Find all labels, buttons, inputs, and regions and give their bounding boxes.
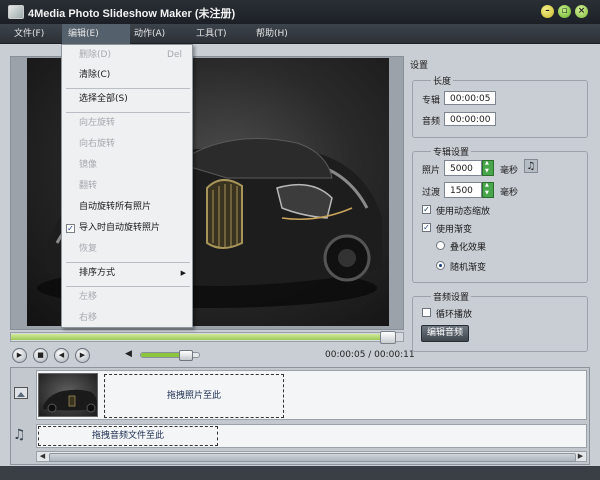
random-transition-radio[interactable] bbox=[436, 261, 445, 270]
edit-audio-button[interactable]: 编辑音频 bbox=[421, 325, 469, 342]
transition-duration-stepper[interactable] bbox=[482, 182, 494, 198]
loop-playback-checkbox[interactable] bbox=[422, 308, 431, 317]
delete-label: 删除(D) bbox=[79, 50, 111, 60]
use-transition-checkbox[interactable]: ✓ bbox=[422, 223, 431, 232]
overlay-effect-radio[interactable] bbox=[436, 241, 445, 250]
album-length-field[interactable]: 00:00:05 bbox=[444, 91, 496, 105]
transition-duration-field[interactable]: 1500 bbox=[444, 182, 482, 198]
scroll-left-icon[interactable]: ◀ bbox=[37, 452, 48, 461]
auto-rotate-import-label: 导入时自动旋转照片 bbox=[79, 223, 161, 233]
seek-fill bbox=[11, 334, 388, 340]
photo-duration-field[interactable]: 5000 bbox=[444, 160, 482, 176]
settings-panel: 设置 长度 专辑 00:00:05 音频 00:00:00 专辑设置 照片 50… bbox=[408, 56, 588, 366]
menu-item-rotate-left[interactable]: 向左旋转 bbox=[62, 113, 192, 134]
audio-settings-title: 音频设置 bbox=[431, 290, 472, 303]
overlay-effect-label: 叠化效果 bbox=[450, 243, 487, 253]
audio-drop-zone[interactable]: 拖拽音频文件至此 bbox=[38, 426, 218, 446]
menu-action[interactable]: 动作(A) bbox=[128, 24, 171, 44]
album-length-label: 专辑 bbox=[422, 96, 441, 106]
menu-item-delete[interactable]: 删除(D) Del bbox=[62, 45, 192, 66]
dynamic-zoom-label: 使用动态缩放 bbox=[436, 207, 491, 217]
menu-item-restore[interactable]: 恢复 bbox=[62, 239, 192, 260]
scrollbar-thumb[interactable] bbox=[49, 453, 576, 462]
minimize-button[interactable]: – bbox=[541, 5, 554, 18]
edit-menu-dropdown: 删除(D) Del 清除(C) 选择全部(S) 向左旋转 向右旋转 镜像 翻转 … bbox=[61, 44, 193, 328]
bottom-bar bbox=[0, 466, 600, 480]
menu-item-auto-rotate-import[interactable]: ✓ 导入时自动旋转照片 bbox=[62, 218, 192, 239]
audio-settings-group: 音频设置 bbox=[412, 290, 588, 352]
audio-length-label: 音频 bbox=[422, 117, 441, 127]
title-bar: 4Media Photo Slideshow Maker (未注册) – ▫ × bbox=[0, 0, 600, 24]
menu-item-select-all[interactable]: 选择全部(S) bbox=[62, 89, 192, 110]
photo-duration-stepper[interactable] bbox=[482, 160, 494, 176]
menu-bar: 文件(F) 编辑(E) 动作(A) 工具(T) 帮助(H) bbox=[0, 24, 600, 44]
maximize-button[interactable]: ▫ bbox=[558, 5, 571, 18]
menu-item-flip[interactable]: 翻转 bbox=[62, 176, 192, 197]
audio-length-field[interactable]: 00:00:00 bbox=[444, 112, 496, 126]
time-display: 00:00:05 / 00:00:11 bbox=[325, 350, 415, 360]
next-button[interactable]: ▶ bbox=[75, 348, 90, 363]
photo-thumbnail[interactable] bbox=[38, 373, 98, 417]
transition-duration-label: 过渡 bbox=[422, 188, 441, 198]
menu-item-clear[interactable]: 清除(C) bbox=[62, 65, 192, 86]
thumbnail-car-image bbox=[43, 389, 97, 413]
length-group: 长度 bbox=[412, 74, 588, 138]
random-transition-label: 随机渐变 bbox=[450, 263, 487, 273]
menu-item-rotate-right[interactable]: 向右旋转 bbox=[62, 134, 192, 155]
music-note-icon[interactable]: ♫ bbox=[524, 159, 538, 173]
menu-edit[interactable]: 编辑(E) bbox=[62, 24, 130, 44]
photo-duration-label: 照片 bbox=[422, 166, 441, 176]
stop-button[interactable]: ■ bbox=[33, 348, 48, 363]
loop-playback-label: 循环播放 bbox=[436, 310, 473, 320]
use-transition-label: 使用渐变 bbox=[436, 225, 473, 235]
window-title: 4Media Photo Slideshow Maker (未注册) bbox=[28, 8, 236, 20]
volume-slider[interactable] bbox=[140, 350, 200, 361]
menu-help[interactable]: 帮助(H) bbox=[250, 24, 294, 44]
menu-item-auto-rotate-all[interactable]: 自动旋转所有照片 bbox=[62, 197, 192, 218]
menu-file[interactable]: 文件(F) bbox=[8, 24, 50, 44]
sort-label: 排序方式 bbox=[79, 268, 116, 278]
previous-button[interactable]: ◀ bbox=[54, 348, 69, 363]
menu-item-move-left[interactable]: 左移 bbox=[62, 287, 192, 308]
volume-fill bbox=[141, 353, 185, 357]
close-button[interactable]: × bbox=[575, 5, 588, 18]
auto-rotate-import-check-icon: ✓ bbox=[66, 224, 75, 233]
photo-duration-unit: 毫秒 bbox=[500, 166, 519, 176]
seek-bar[interactable] bbox=[10, 331, 404, 344]
menu-tools[interactable]: 工具(T) bbox=[190, 24, 233, 44]
length-group-title: 长度 bbox=[431, 74, 454, 87]
settings-title: 设置 bbox=[410, 61, 429, 71]
volume-icon[interactable]: ◀ bbox=[125, 349, 135, 359]
photo-track-icon bbox=[14, 387, 28, 399]
photo-drop-zone[interactable]: 拖拽照片至此 bbox=[104, 374, 284, 418]
scroll-right-icon[interactable]: ▶ bbox=[575, 452, 586, 461]
transition-duration-unit: 毫秒 bbox=[500, 188, 519, 198]
menu-item-mirror[interactable]: 镜像 bbox=[62, 155, 192, 176]
volume-handle[interactable] bbox=[178, 350, 193, 361]
play-button[interactable]: ▶ bbox=[12, 348, 27, 363]
album-settings-title: 专辑设置 bbox=[431, 145, 472, 158]
app-icon bbox=[8, 5, 24, 19]
menu-item-move-right[interactable]: 右移 bbox=[62, 308, 192, 329]
timeline-scrollbar[interactable]: ◀ ▶ bbox=[36, 451, 587, 462]
menu-item-sort[interactable]: 排序方式 ▶ bbox=[62, 263, 192, 284]
dynamic-zoom-checkbox[interactable]: ✓ bbox=[422, 205, 431, 214]
music-track-icon: ♫ bbox=[13, 427, 26, 443]
submenu-arrow-icon: ▶ bbox=[180, 269, 186, 277]
delete-shortcut: Del bbox=[167, 50, 182, 60]
seek-handle[interactable] bbox=[380, 331, 397, 344]
